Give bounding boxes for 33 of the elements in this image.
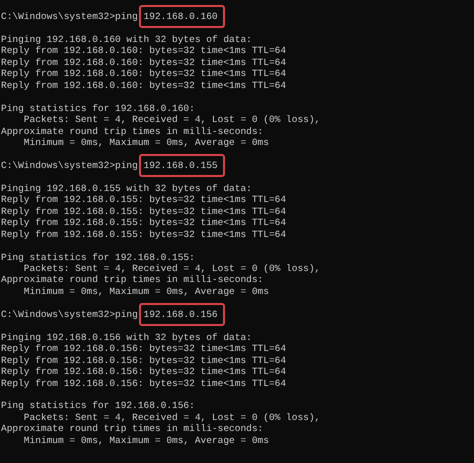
console-output-line: Reply from 192.168.0.155: bytes=32 time<1ms TTL=64 [1, 228, 286, 240]
highlighted-ip-address: 192.168.0.155 [138, 154, 225, 178]
command-prompt: C:\Windows\system32>ping [1, 11, 138, 22]
console-output-line: Reply from 192.168.0.156: bytes=32 time<1ms TTL=64 [1, 366, 286, 378]
console-output-line: Ping statistics for 192.168.0.155: [1, 252, 195, 263]
console-output-line: Approximate round trip times in milli-seconds: [1, 274, 264, 286]
console-output-line: Reply from 192.168.0.160: bytes=32 time<1ms TTL=64 [1, 68, 286, 80]
console-output-line: Ping statistics for 192.168.0.156: [1, 400, 195, 412]
console-output-line: Packets: Sent = 4, Received = 4, Lost = 0 (0% loss), [22, 114, 320, 126]
console-output-line: Pinging 192.168.0.156 with 32 bytes of data: [1, 332, 252, 344]
command-prompt: C:\Windows\system32>ping [1, 308, 138, 320]
console-output-line: Reply from 192.168.0.155: bytes=32 time<1ms TTL=64 [1, 217, 286, 229]
console-output-line: Pinging 192.168.0.160 with 32 bytes of data: [1, 34, 252, 46]
console-output-line: Ping statistics for 192.168.0.160: [1, 102, 195, 114]
console-output-line: Minimum = 0ms, Maximum = 0ms, Average = 0ms [22, 136, 269, 148]
console-output-line: Reply from 192.168.0.155: bytes=32 time<1ms TTL=64 [1, 206, 286, 218]
console-output-line: Approximate round trip times in milli-seconds: [1, 126, 264, 137]
console-output-line: Reply from 192.168.0.156: bytes=32 time<1ms TTL=64 [1, 343, 286, 355]
console-output-line: Reply from 192.168.0.160: bytes=32 time<1ms TTL=64 [1, 56, 286, 68]
console-output-line: Packets: Sent = 4, Received = 4, Lost = 0 (0% loss), [22, 412, 320, 424]
console-output-line: Reply from 192.168.0.160: bytes=32 time<1ms TTL=64 [1, 80, 286, 92]
console-output-line: Packets: Sent = 4, Received = 4, Lost = 0 (0% loss), [22, 262, 320, 274]
console-output-line: Reply from 192.168.0.155: bytes=32 time<1ms TTL=64 [1, 194, 286, 206]
highlighted-ip-address: 192.168.0.160 [138, 5, 225, 28]
console-output-line: Reply from 192.168.0.160: bytes=32 time<1ms TTL=64 [1, 45, 286, 57]
console-output-line: Reply from 192.168.0.156: bytes=32 time<1ms TTL=64 [1, 378, 286, 389]
console-output-line: Pinging 192.168.0.155 with 32 bytes of data: [1, 182, 252, 194]
console-output-line: Approximate round trip times in milli-seconds: [1, 423, 264, 435]
console-output-line: Minimum = 0ms, Maximum = 0ms, Average = 0ms [22, 286, 269, 298]
console-output-line: Minimum = 0ms, Maximum = 0ms, Average = 0ms [22, 434, 269, 446]
console-output-line: Reply from 192.168.0.156: bytes=32 time<1ms TTL=64 [1, 354, 286, 366]
highlighted-ip-address: 192.168.0.156 [138, 302, 225, 326]
command-prompt: C:\Windows\system32>ping [1, 160, 138, 172]
